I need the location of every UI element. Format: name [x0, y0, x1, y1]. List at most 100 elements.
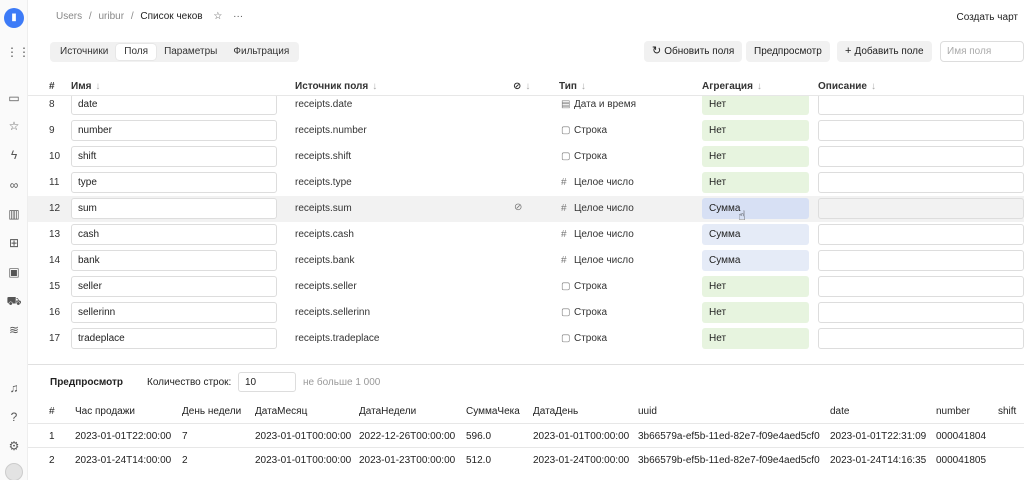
table-row[interactable]: 12 sum receipts.sum ⊘ # Целое число Сумма [28, 196, 1024, 222]
eye-crossed-icon[interactable]: ⊘ [514, 202, 522, 213]
apps-grid-icon[interactable]: ⋮⋮ [6, 44, 30, 60]
field-aggregation-select[interactable]: Нет [702, 276, 809, 297]
field-description-input[interactable] [818, 172, 1024, 193]
field-name-input[interactable]: cash [71, 224, 277, 245]
field-type-select[interactable]: # Целое число [561, 177, 634, 188]
preview-divider[interactable] [28, 364, 1024, 365]
create-chart-button[interactable]: Создать чарт [957, 12, 1018, 23]
table-row[interactable]: 16 sellerinn receipts.sellerinn ▢ Строка Нет [28, 300, 1024, 326]
tab-parameters[interactable]: Параметры [156, 44, 225, 60]
preview-button[interactable]: Предпросмотр [746, 41, 830, 62]
field-aggregation-select[interactable]: Нет [702, 146, 809, 167]
connections-bolt-icon[interactable]: ϟ [6, 147, 22, 163]
field-type-select[interactable]: ▢ Строка [561, 151, 607, 162]
field-description-input[interactable] [818, 224, 1024, 245]
field-type-select[interactable]: ▤ Дата и время [561, 99, 636, 110]
sort-arrow-icon[interactable]: ↓ [581, 81, 586, 92]
field-name-input[interactable]: sellerinn [71, 302, 277, 323]
sort-arrow-icon[interactable]: ↓ [757, 81, 762, 92]
tab-filtering[interactable]: Фильтрация [225, 44, 297, 60]
field-name-input[interactable]: sum [71, 198, 277, 219]
field-aggregation-select[interactable]: Нет [702, 96, 809, 115]
field-description-input[interactable] [818, 120, 1024, 141]
breadcrumb-separator: / [130, 11, 134, 22]
col-description[interactable]: Описание ↓ [818, 81, 876, 92]
preview-cell: 2023-01-01T00:00:00 [533, 431, 630, 442]
notifications-bell-icon[interactable]: ♫ [6, 380, 22, 396]
cart-icon[interactable]: ⛟ [6, 293, 22, 309]
field-description-input[interactable] [818, 198, 1024, 219]
field-type-select[interactable]: # Целое число [561, 229, 634, 240]
field-search-input[interactable] [940, 41, 1024, 62]
settings-sliders-icon[interactable]: ≋ [6, 322, 22, 338]
col-description-label: Описание [818, 81, 867, 92]
field-type-select[interactable]: ▢ Строка [561, 333, 607, 344]
field-aggregation-select[interactable]: Нет [702, 120, 809, 141]
field-aggregation-select[interactable]: Нет [702, 302, 809, 323]
sort-arrow-icon[interactable]: ↓ [871, 81, 876, 92]
tab-sources[interactable]: Источники [52, 44, 116, 60]
col-source[interactable]: Источник поля ↓ [295, 81, 377, 92]
field-type-select[interactable]: ▢ Строка [561, 307, 607, 318]
datasets-circles-icon[interactable]: ∞ [6, 177, 22, 193]
table-row[interactable]: 13 cash receipts.cash # Целое число Сумма [28, 222, 1024, 248]
table-row[interactable]: 15 seller receipts.seller ▢ Строка Нет [28, 274, 1024, 300]
settings-gear-icon[interactable]: ⚙ [6, 438, 22, 454]
avatar[interactable] [5, 463, 23, 480]
col-name[interactable]: Имя ↓ [71, 81, 100, 92]
favorites-star-icon[interactable]: ☆ [6, 118, 22, 134]
more-menu-icon[interactable]: ··· [233, 11, 243, 22]
row-count-input[interactable] [238, 372, 296, 392]
datalens-logo-icon[interactable]: ▮ [4, 8, 24, 28]
col-type[interactable]: Тип ↓ [559, 81, 586, 92]
field-description-input[interactable] [818, 250, 1024, 271]
field-name-input[interactable]: shift [71, 146, 277, 167]
row-number: 12 [49, 203, 61, 214]
field-aggregation-select[interactable]: Сумма [702, 224, 809, 245]
folder-icon[interactable]: ▭ [6, 90, 22, 106]
field-description-input[interactable] [818, 302, 1024, 323]
sort-arrow-icon[interactable]: ↓ [372, 81, 377, 92]
table-row[interactable]: 9 number receipts.number ▢ Строка Нет [28, 118, 1024, 144]
field-name-input[interactable]: date [71, 96, 277, 115]
field-name-input[interactable]: bank [71, 250, 277, 271]
field-description-input[interactable] [818, 96, 1024, 115]
field-aggregation-select[interactable]: Сумма [702, 198, 809, 219]
add-field-button[interactable]: + Добавить поле [837, 41, 932, 62]
field-name-input[interactable]: type [71, 172, 277, 193]
field-type-select[interactable]: ▢ Строка [561, 281, 607, 292]
field-type-select[interactable]: # Целое число [561, 203, 634, 214]
favorite-star-icon[interactable]: ☆ [213, 11, 222, 22]
dashboards-grid-icon[interactable]: ⊞ [6, 235, 22, 251]
field-description-input[interactable] [818, 276, 1024, 297]
field-type-label: Строка [574, 125, 608, 136]
field-description-input[interactable] [818, 146, 1024, 167]
help-icon[interactable]: ? [6, 409, 22, 425]
field-description-input[interactable] [818, 328, 1024, 349]
table-row[interactable]: 17 tradeplace receipts.tradeplace ▢ Строка Не… [28, 326, 1024, 352]
field-name-input[interactable]: seller [71, 276, 277, 297]
breadcrumb-root[interactable]: Users [56, 11, 82, 22]
col-aggregation[interactable]: Агрегация ↓ [702, 81, 762, 92]
sort-arrow-icon[interactable]: ↓ [95, 81, 100, 92]
field-aggregation-select[interactable]: Нет [702, 172, 809, 193]
preview-cell: 3b66579a-ef5b-11ed-82e7-f09e4aed5cf0 [638, 431, 820, 442]
refresh-fields-button[interactable]: ↻ Обновить поля [644, 41, 743, 62]
table-row[interactable]: 10 shift receipts.shift ▢ Строка Нет [28, 144, 1024, 170]
field-name-input[interactable]: tradeplace [71, 328, 277, 349]
sort-arrow-icon[interactable]: ↓ [525, 81, 530, 92]
field-type-select[interactable]: # Целое число [561, 255, 634, 266]
table-row[interactable]: 14 bank receipts.bank # Целое число Сумма [28, 248, 1024, 274]
tab-fields[interactable]: Поля [116, 44, 157, 60]
table-row[interactable]: 8 date receipts.date ▤ Дата и время Нет [28, 96, 1024, 118]
field-aggregation-select[interactable]: Нет [702, 328, 809, 349]
col-hidden[interactable]: ⊘ ↓ [513, 81, 530, 92]
reports-icon[interactable]: ▣ [6, 264, 22, 280]
charts-bars-icon[interactable]: ▥ [6, 206, 22, 222]
field-name-input[interactable]: number [71, 120, 277, 141]
preview-title: Предпросмотр [50, 377, 124, 388]
table-row[interactable]: 11 type receipts.type # Целое число Нет [28, 170, 1024, 196]
field-aggregation-select[interactable]: Сумма [702, 250, 809, 271]
field-type-select[interactable]: ▢ Строка [561, 125, 607, 136]
breadcrumb-folder[interactable]: uribur [98, 11, 124, 22]
